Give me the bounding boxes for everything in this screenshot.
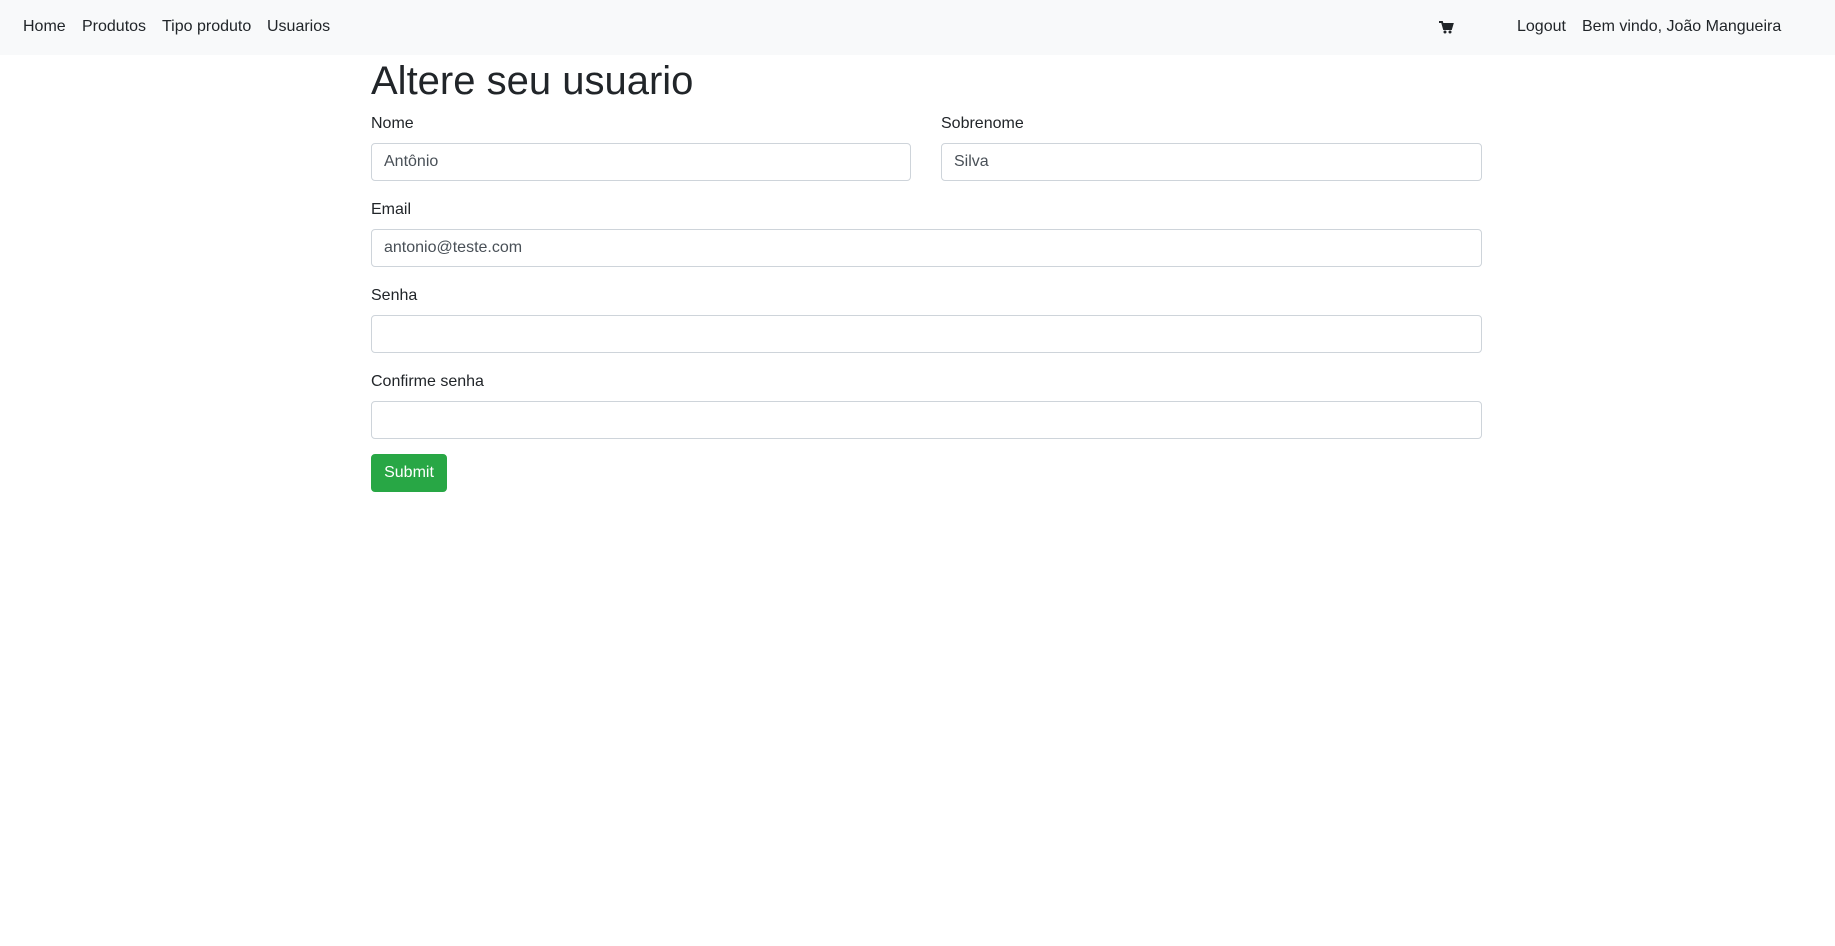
confirme-senha-field[interactable] — [371, 401, 1482, 439]
email-label: Email — [371, 201, 412, 218]
confirme-senha-label: Confirme senha — [371, 373, 484, 390]
submit-button[interactable]: Submit — [371, 454, 447, 492]
nav-link-home[interactable]: Home — [23, 17, 66, 36]
sobrenome-field[interactable] — [941, 143, 1482, 181]
email-field[interactable] — [371, 229, 1482, 267]
logout-link[interactable]: Logout — [1517, 17, 1566, 36]
nome-label: Nome — [371, 115, 414, 132]
welcome-text: Bem vindo, João Mangueira — [1582, 18, 1782, 35]
cart-icon-svg — [1439, 21, 1454, 34]
cart-icon[interactable] — [1437, 18, 1455, 36]
nav-link-tipo-produto[interactable]: Tipo produto — [162, 17, 251, 36]
sobrenome-label: Sobrenome — [941, 115, 1024, 132]
senha-field[interactable] — [371, 315, 1482, 353]
nav-link-usuarios[interactable]: Usuarios — [267, 17, 330, 36]
navbar: Home Produtos Tipo produto Usuarios Logo… — [0, 0, 1835, 55]
nome-field[interactable] — [371, 143, 911, 181]
page-title: Altere seu usuario — [371, 59, 694, 103]
nav-link-produtos[interactable]: Produtos — [82, 17, 146, 36]
senha-label: Senha — [371, 287, 418, 304]
